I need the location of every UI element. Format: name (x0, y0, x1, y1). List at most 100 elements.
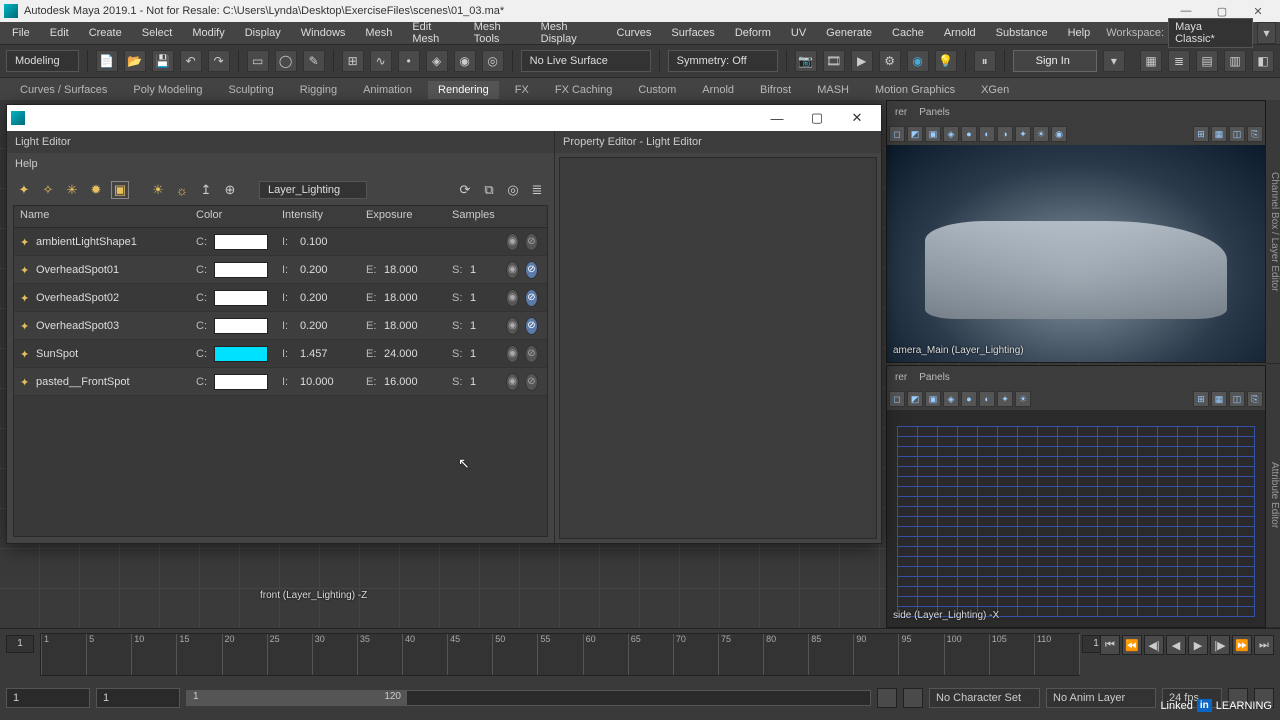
symmetry-combo[interactable]: Symmetry: Off (668, 50, 778, 72)
light-row[interactable]: ✦ambientLightShape1C:I:0.100◉⊘ (14, 228, 547, 256)
vp-icon[interactable]: ⊞ (1193, 391, 1209, 407)
render-frame-icon[interactable]: 🎞 (823, 50, 845, 72)
light-sun2-icon[interactable]: ☼ (173, 181, 191, 199)
lasso-tool-icon[interactable]: ◯ (275, 50, 297, 72)
enable-toggle[interactable]: ◉ (506, 345, 519, 363)
light-row[interactable]: ✦SunSpotC:I:1.457E:24.000S:1◉⊘ (14, 340, 547, 368)
shelf-tab-sculpting[interactable]: Sculpting (219, 81, 284, 99)
new-scene-icon[interactable]: 📄 (96, 50, 118, 72)
step-back-button[interactable]: ◀| (1144, 635, 1164, 655)
undo-icon[interactable]: ↶ (180, 50, 202, 72)
light-up-icon[interactable]: ↥ (197, 181, 215, 199)
menu-substance[interactable]: Substance (988, 25, 1056, 41)
shelf-tab-rendering[interactable]: Rendering (428, 81, 499, 99)
vp-icon[interactable]: ▦ (1211, 391, 1227, 407)
range-lock-icon[interactable] (877, 688, 897, 708)
enable-toggle[interactable]: ◉ (506, 317, 519, 335)
intensity-value[interactable]: 0.200 (300, 292, 328, 304)
vp-icon[interactable]: ⎘ (1247, 126, 1263, 142)
vp-head-partial[interactable]: rer (891, 107, 911, 118)
vp-icon[interactable]: ▣ (925, 126, 941, 142)
signin-menu-icon[interactable]: ▾ (1103, 50, 1125, 72)
workspace-selector[interactable]: Maya Classic* (1168, 18, 1253, 48)
shelf-tab-fx[interactable]: FX (505, 81, 539, 99)
shelf-tab-poly-modeling[interactable]: Poly Modeling (123, 81, 212, 99)
col-color[interactable]: Color (190, 206, 276, 227)
timeline-ruler[interactable]: 1510152025303540455055606570758085909510… (40, 633, 1080, 676)
light-row[interactable]: ✦OverheadSpot01C:I:0.200E:18.000S:1◉⊘ (14, 256, 547, 284)
snap-curve-icon[interactable]: ∿ (370, 50, 392, 72)
step-fwd-button[interactable]: |▶ (1210, 635, 1230, 655)
vp-icon[interactable]: ▣ (925, 391, 941, 407)
render-globals-icon[interactable]: ⚙ (879, 50, 901, 72)
paint-tool-icon[interactable]: ✎ (303, 50, 325, 72)
new-directional-light-icon[interactable]: ✹ (87, 181, 105, 199)
anim-layer-combo[interactable]: No Anim Layer (1046, 688, 1156, 708)
light-row[interactable]: ✦OverheadSpot03C:I:0.200E:18.000S:1◉⊘ (14, 312, 547, 340)
dialog-maximize-button[interactable]: ▢ (797, 105, 837, 131)
color-swatch[interactable] (214, 290, 268, 306)
sidetab-channel-box-layer-editor[interactable]: Channel Box / Layer Editor (1266, 100, 1280, 364)
menu-create[interactable]: Create (81, 25, 130, 41)
menu-uv[interactable]: UV (783, 25, 814, 41)
menu-mesh-tools[interactable]: Mesh Tools (466, 19, 529, 47)
menu-edit-mesh[interactable]: Edit Mesh (404, 19, 461, 47)
light-globe-icon[interactable]: ⊕ (221, 181, 239, 199)
menu-mesh[interactable]: Mesh (357, 25, 400, 41)
intensity-value[interactable]: 10.000 (300, 376, 334, 388)
enable-toggle[interactable]: ◉ (506, 289, 519, 307)
menu-cache[interactable]: Cache (884, 25, 932, 41)
render-setup-icon[interactable]: ◉ (907, 50, 929, 72)
color-swatch[interactable] (214, 374, 268, 390)
select-tool-icon[interactable]: ▭ (247, 50, 269, 72)
live-surface-combo[interactable]: No Live Surface (521, 50, 651, 72)
pause-icon[interactable]: ⏸ (974, 50, 996, 72)
snap-point-icon[interactable]: • (398, 50, 420, 72)
vp-icon[interactable]: ◩ (907, 126, 923, 142)
light-editor-help-menu[interactable]: Help (15, 158, 38, 170)
new-volume-light-icon[interactable]: ▣ (111, 181, 129, 199)
samples-value[interactable]: 1 (470, 376, 476, 388)
shelf-tab-rigging[interactable]: Rigging (290, 81, 347, 99)
sidetab-attribute-editor[interactable]: Attribute Editor (1266, 364, 1280, 628)
go-start-button[interactable]: ⏮ (1100, 635, 1120, 655)
vp-icon[interactable]: ▦ (1211, 126, 1227, 142)
shelf-tab-xgen[interactable]: XGen (971, 81, 1019, 99)
new-area-light-icon[interactable]: ✳ (63, 181, 81, 199)
menu-edit[interactable]: Edit (42, 25, 77, 41)
isolate-toggle[interactable]: ⊘ (525, 373, 538, 391)
range-menu-icon[interactable] (903, 688, 923, 708)
vp-icon[interactable]: ☀ (1015, 391, 1031, 407)
menu-arnold[interactable]: Arnold (936, 25, 984, 41)
step-back-key-button[interactable]: ⏪ (1122, 635, 1142, 655)
play-back-button[interactable]: ◀ (1166, 635, 1186, 655)
isolate-icon[interactable]: ◎ (504, 181, 522, 199)
vp-icon[interactable]: ◈ (943, 126, 959, 142)
range-slider-handle[interactable]: 1 120 (187, 691, 407, 705)
exposure-value[interactable]: 16.000 (384, 376, 418, 388)
enable-toggle[interactable]: ◉ (506, 233, 519, 251)
menu-generate[interactable]: Generate (818, 25, 880, 41)
new-spot-light-icon[interactable]: ✧ (39, 181, 57, 199)
vp-panels-menu[interactable]: Panels (915, 107, 954, 118)
vp-icon[interactable]: ◑ (997, 126, 1013, 142)
col-intensity[interactable]: Intensity (276, 206, 360, 227)
intensity-value[interactable]: 0.200 (300, 320, 328, 332)
menu-select[interactable]: Select (134, 25, 181, 41)
col-exposure[interactable]: Exposure (360, 206, 446, 227)
vp-icon[interactable]: ◻ (889, 391, 905, 407)
new-point-light-icon[interactable]: ✦ (15, 181, 33, 199)
col-name[interactable]: Name (14, 206, 190, 227)
vp-icon[interactable]: ◐ (979, 391, 995, 407)
timeline-start-field[interactable]: 1 (6, 635, 34, 653)
isolate-toggle[interactable]: ⊘ (525, 345, 538, 363)
vp-icon[interactable]: ☀ (1033, 126, 1049, 142)
layout-1-icon[interactable]: ▦ (1140, 50, 1162, 72)
vp-icon[interactable]: ✦ (997, 391, 1013, 407)
shelf-tab-motion-graphics[interactable]: Motion Graphics (865, 81, 965, 99)
isolate-toggle[interactable]: ⊘ (525, 233, 538, 251)
vp-icon[interactable]: ◻ (889, 126, 905, 142)
enable-toggle[interactable]: ◉ (506, 261, 519, 279)
vp-icon[interactable]: ● (961, 126, 977, 142)
vp-icon[interactable]: ◈ (943, 391, 959, 407)
